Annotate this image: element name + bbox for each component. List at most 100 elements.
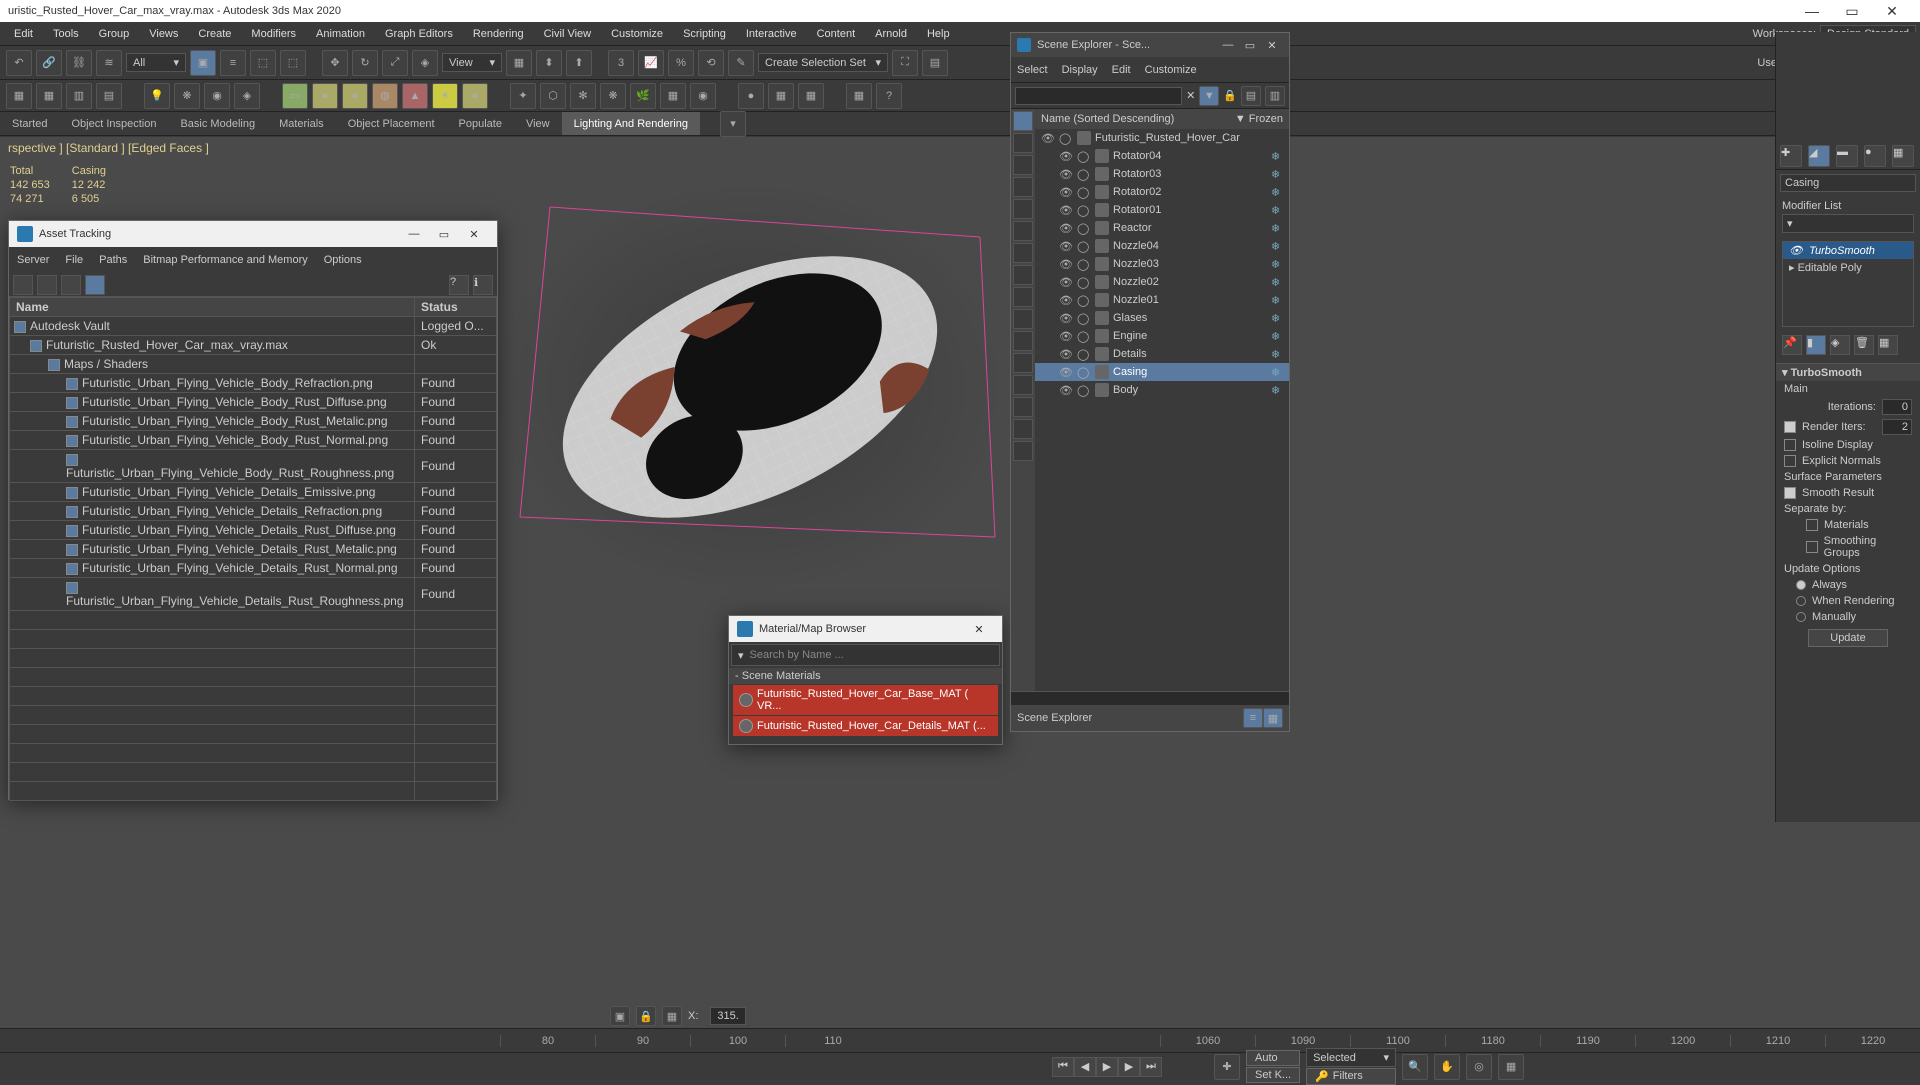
edit-selection-button[interactable]: ✎: [728, 50, 754, 76]
se-menu-select[interactable]: Select: [1017, 64, 1048, 76]
asset-row[interactable]: Futuristic_Urban_Flying_Vehicle_Details_…: [10, 483, 497, 502]
smgroups-checkbox[interactable]: [1806, 541, 1818, 553]
asset-row[interactable]: Autodesk VaultLogged O...: [10, 317, 497, 336]
scene-item[interactable]: 👁◯Nozzle04❄: [1035, 237, 1289, 255]
asset-row[interactable]: Futuristic_Urban_Flying_Vehicle_Body_Rus…: [10, 450, 497, 483]
render-b[interactable]: ▦: [768, 83, 794, 109]
at-tool-list[interactable]: [37, 275, 57, 295]
menu-rendering[interactable]: Rendering: [463, 28, 534, 40]
se-menu-display[interactable]: Display: [1062, 64, 1098, 76]
render-iters-spinner[interactable]: 2: [1882, 419, 1912, 435]
maximize-button[interactable]: ▭: [1832, 3, 1872, 20]
scene-item[interactable]: 👁◯Rotator04❄: [1035, 147, 1289, 165]
snap-button[interactable]: ▦: [662, 1006, 682, 1026]
help-icon[interactable]: ?: [876, 83, 902, 109]
particle-b[interactable]: ⬡: [540, 83, 566, 109]
se-filter-helper[interactable]: [1013, 221, 1033, 241]
scene-item[interactable]: 👁◯Nozzle01❄: [1035, 291, 1289, 309]
stack-unique[interactable]: ◈: [1830, 335, 1850, 355]
se-max[interactable]: ▭: [1239, 39, 1261, 52]
at-menu-file[interactable]: File: [65, 254, 83, 266]
rect-select-button[interactable]: ⬚: [250, 50, 276, 76]
se-menu-customize[interactable]: Customize: [1145, 64, 1197, 76]
close-button[interactable]: ✕: [1872, 3, 1912, 20]
se-search-input[interactable]: [1015, 87, 1182, 105]
menu-customize[interactable]: Customize: [601, 28, 673, 40]
scene-item[interactable]: 👁◯Casing❄: [1035, 363, 1289, 381]
at-tool-tree[interactable]: [61, 275, 81, 295]
prev-frame-button[interactable]: ◀: [1074, 1057, 1096, 1077]
asset-tracking-titlebar[interactable]: Asset Tracking — ▭ ✕: [9, 221, 497, 247]
at-menu-options[interactable]: Options: [324, 254, 362, 266]
menu-animation[interactable]: Animation: [306, 28, 375, 40]
particle-g[interactable]: ◉: [690, 83, 716, 109]
se-filter-geom[interactable]: [1013, 133, 1033, 153]
at-menu-bitmap[interactable]: Bitmap Performance and Memory: [143, 254, 307, 266]
explicit-checkbox[interactable]: [1784, 455, 1796, 467]
angle-snap-button[interactable]: 📈: [638, 50, 664, 76]
misc-a[interactable]: ▦: [846, 83, 872, 109]
asset-row[interactable]: Futuristic_Urban_Flying_Vehicle_Body_Ref…: [10, 374, 497, 393]
ribbon-view[interactable]: View: [514, 112, 562, 135]
se-lock-icon[interactable]: 🔒: [1223, 89, 1237, 102]
window-crossing-button[interactable]: ⬚: [280, 50, 306, 76]
particle-d[interactable]: ❋: [600, 83, 626, 109]
ribbon-toggle[interactable]: ▾: [720, 111, 746, 137]
mb-group-scene-materials[interactable]: - Scene Materials: [729, 668, 1002, 684]
menu-edit[interactable]: Edit: [4, 28, 43, 40]
keyboard-button[interactable]: ⬆: [566, 50, 592, 76]
tool-c[interactable]: ▥: [66, 83, 92, 109]
undo-button[interactable]: ↶: [6, 50, 32, 76]
se-filter-frozen[interactable]: [1013, 353, 1033, 373]
scene-item[interactable]: 👁◯Nozzle03❄: [1035, 255, 1289, 273]
se-clear-icon[interactable]: ✕: [1186, 89, 1195, 102]
particle-a[interactable]: ✦: [510, 83, 536, 109]
se-filter-shape[interactable]: [1013, 155, 1033, 175]
asset-row[interactable]: Futuristic_Urban_Flying_Vehicle_Details_…: [10, 578, 497, 611]
se-view-a[interactable]: ▤: [1241, 86, 1261, 106]
goto-end-button[interactable]: ⏭: [1140, 1057, 1162, 1077]
mb-search[interactable]: ▾ Search by Name ...: [731, 644, 1000, 666]
menu-views[interactable]: Views: [139, 28, 188, 40]
asset-row[interactable]: Futuristic_Urban_Flying_Vehicle_Details_…: [10, 540, 497, 559]
stack-config[interactable]: ▦: [1878, 335, 1898, 355]
light-c[interactable]: ◉: [204, 83, 230, 109]
menu-interactive[interactable]: Interactive: [736, 28, 807, 40]
se-menu-edit[interactable]: Edit: [1112, 64, 1131, 76]
spinner-snap-button[interactable]: ⟲: [698, 50, 724, 76]
se-view-b[interactable]: ▥: [1265, 86, 1285, 106]
select-object-button[interactable]: ▣: [190, 50, 216, 76]
at-col-status[interactable]: Status: [415, 298, 497, 317]
mb-close[interactable]: ✕: [964, 623, 994, 636]
materials-checkbox[interactable]: [1806, 519, 1818, 531]
se-filter-hidden[interactable]: [1013, 375, 1033, 395]
prim-cylinder[interactable]: ●: [342, 83, 368, 109]
manually-radio[interactable]: [1796, 612, 1806, 622]
update-button[interactable]: Update: [1808, 629, 1888, 647]
se-column-header[interactable]: Name (Sorted Descending) ▼ Frozen: [1035, 109, 1289, 129]
next-frame-button[interactable]: ▶: [1118, 1057, 1140, 1077]
ribbon-started[interactable]: Started: [0, 112, 59, 135]
se-filter-bone[interactable]: [1013, 309, 1033, 329]
asset-row[interactable]: Futuristic_Rusted_Hover_Car_max_vray.max…: [10, 336, 497, 355]
menu-scripting[interactable]: Scripting: [673, 28, 736, 40]
rollup-title[interactable]: ▾ TurboSmooth: [1776, 364, 1920, 381]
se-scrollbar[interactable]: [1011, 691, 1289, 705]
menu-civilview[interactable]: Civil View: [534, 28, 601, 40]
tool-b[interactable]: ▦: [36, 83, 62, 109]
manip-button[interactable]: ⬍: [536, 50, 562, 76]
se-filter-light[interactable]: [1013, 177, 1033, 197]
play-button[interactable]: ▶: [1096, 1057, 1118, 1077]
asset-row[interactable]: Futuristic_Urban_Flying_Vehicle_Body_Rus…: [10, 412, 497, 431]
ref-coord-dropdown[interactable]: View▾: [442, 53, 502, 72]
at-minimize[interactable]: —: [399, 228, 429, 240]
menu-group[interactable]: Group: [89, 28, 140, 40]
se-footer-btn-a[interactable]: ≡: [1243, 708, 1263, 728]
link-button[interactable]: ⛓: [66, 50, 92, 76]
asset-row[interactable]: Futuristic_Urban_Flying_Vehicle_Details_…: [10, 559, 497, 578]
tab-hierarchy[interactable]: ▬: [1836, 145, 1858, 167]
stack-pin[interactable]: 📌: [1782, 335, 1802, 355]
light-a[interactable]: 💡: [144, 83, 170, 109]
menu-content[interactable]: Content: [807, 28, 866, 40]
prim-cone[interactable]: ▲: [402, 83, 428, 109]
